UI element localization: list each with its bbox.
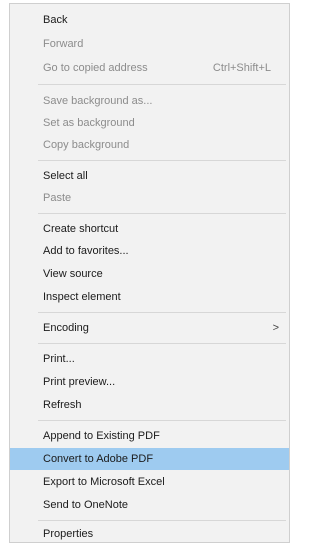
menu-item-label: Print preview...: [43, 376, 116, 388]
shortcut-text: Ctrl+Shift+L: [212, 62, 271, 74]
menu-item-label: Properties: [43, 528, 94, 540]
menu-item-refresh[interactable]: Refresh: [10, 394, 289, 416]
menu-item-append-to-existing-pdf[interactable]: Append to Existing PDF: [10, 425, 289, 447]
menu-item-add-to-favorites[interactable]: Add to favorites...: [10, 240, 289, 262]
menu-item-label: Encoding: [43, 322, 89, 334]
menu-item-label: Inspect element: [43, 291, 121, 303]
menu-item-label: Back: [43, 14, 68, 26]
menu-item-label: Append to Existing PDF: [43, 430, 160, 442]
menu-item-label: Convert to Adobe PDF: [43, 453, 154, 465]
menu-item-encoding[interactable]: Encoding >: [10, 317, 289, 339]
menu-separator: [38, 312, 286, 313]
menu-item-label: View source: [43, 268, 103, 280]
menu-item-set-as-background[interactable]: Set as background: [10, 112, 289, 134]
context-menu: Back Forward Go to copied address Ctrl+S…: [9, 3, 290, 543]
menu-item-select-all[interactable]: Select all: [10, 165, 289, 187]
menu-item-label: Paste: [43, 192, 72, 204]
chevron-right-icon: >: [272, 322, 279, 334]
menu-item-label: Go to copied address: [43, 62, 148, 74]
menu-item-print-preview[interactable]: Print preview...: [10, 371, 289, 393]
menu-item-label: Refresh: [43, 399, 82, 411]
menu-item-export-to-microsoft-excel[interactable]: Export to Microsoft Excel: [10, 471, 289, 493]
menu-item-inspect-element[interactable]: Inspect element: [10, 286, 289, 308]
menu-item-properties[interactable]: Properties: [10, 523, 289, 545]
menu-item-label: Create shortcut: [43, 223, 119, 235]
menu-item-copy-background[interactable]: Copy background: [10, 134, 289, 156]
menu-item-print[interactable]: Print...: [10, 348, 289, 370]
menu-item-label: Select all: [43, 170, 88, 182]
menu-item-send-to-onenote[interactable]: Send to OneNote: [10, 494, 289, 516]
menu-item-go-to-copied-address[interactable]: Go to copied address Ctrl+Shift+L: [10, 57, 289, 79]
menu-item-label: Export to Microsoft Excel: [43, 476, 165, 488]
menu-separator: [38, 520, 286, 521]
menu-item-paste[interactable]: Paste: [10, 187, 289, 209]
menu-item-label: Forward: [43, 38, 84, 50]
menu-separator: [38, 213, 286, 214]
menu-item-label: Copy background: [43, 139, 130, 151]
menu-item-label: Set as background: [43, 117, 135, 129]
menu-item-label: Add to favorites...: [43, 245, 129, 257]
menu-item-back[interactable]: Back: [10, 9, 289, 31]
menu-item-create-shortcut[interactable]: Create shortcut: [10, 218, 289, 240]
menu-separator: [38, 420, 286, 421]
menu-item-view-source[interactable]: View source: [10, 263, 289, 285]
menu-item-label: Print...: [43, 353, 75, 365]
menu-item-label: Save background as...: [43, 95, 153, 107]
menu-item-label: Send to OneNote: [43, 499, 129, 511]
menu-item-forward[interactable]: Forward: [10, 33, 289, 55]
menu-item-convert-to-adobe-pdf[interactable]: Convert to Adobe PDF: [10, 448, 289, 470]
menu-item-save-background-as[interactable]: Save background as...: [10, 90, 289, 112]
menu-separator: [38, 160, 286, 161]
menu-separator: [38, 343, 286, 344]
menu-separator: [38, 84, 286, 85]
